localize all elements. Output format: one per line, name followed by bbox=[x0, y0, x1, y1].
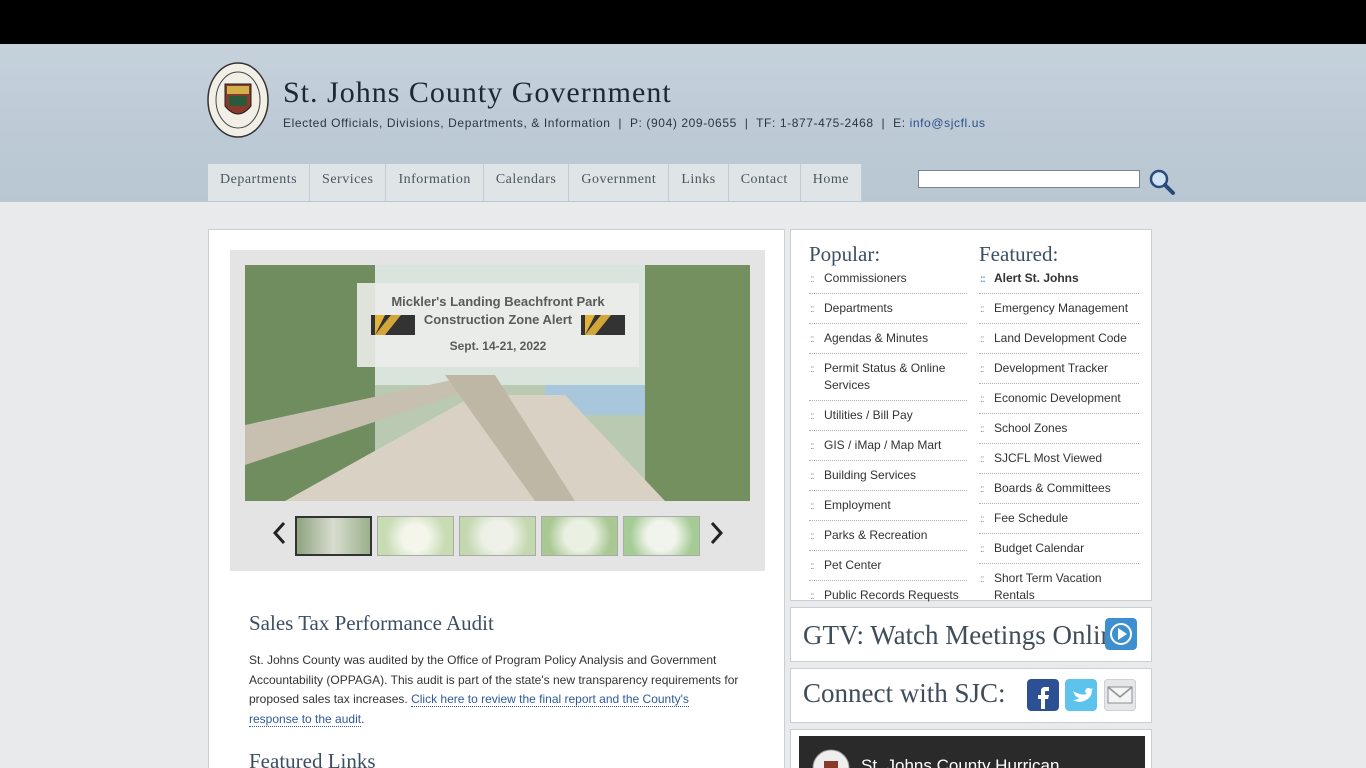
video-box: St. Johns County Hurrican bbox=[790, 729, 1152, 768]
popular-item[interactable]: Building Services bbox=[809, 467, 967, 491]
popular-item[interactable]: Permit Status & Online Services bbox=[809, 360, 967, 401]
slide-dates: Sept. 14-21, 2022 bbox=[449, 339, 547, 353]
prev-slide-arrow-icon[interactable] bbox=[272, 521, 286, 545]
popular-item[interactable]: Commissioners bbox=[809, 270, 967, 294]
featured-item[interactable]: Budget Calendar bbox=[979, 540, 1139, 564]
featured-item[interactable]: Boards & Committees bbox=[979, 480, 1139, 504]
audit-paragraph: St. Johns County was audited by the Offi… bbox=[249, 651, 739, 729]
section-title: Sales Tax Performance Audit bbox=[249, 611, 494, 635]
slide-thumbnails bbox=[295, 516, 700, 556]
featured-item[interactable]: Alert St. Johns bbox=[979, 270, 1139, 294]
connect-title: Connect with SJC: bbox=[803, 678, 1006, 708]
main-content: Mickler's Landing Beachfront Park Constr… bbox=[208, 229, 785, 768]
featured-list: Alert St. Johns Emergency Management Lan… bbox=[979, 270, 1139, 616]
connect-box: Connect with SJC: bbox=[790, 668, 1152, 723]
slide-thumbnail[interactable] bbox=[459, 516, 536, 556]
slide-thumbnail[interactable] bbox=[541, 516, 618, 556]
slide-thumbnail[interactable] bbox=[623, 516, 700, 556]
popular-featured-panel: Popular: Commissioners Departments Agend… bbox=[790, 229, 1152, 605]
popular-item[interactable]: Utilities / Bill Pay bbox=[809, 407, 967, 431]
popular-item[interactable]: GIS / iMap / Map Mart bbox=[809, 437, 967, 461]
next-slide-arrow-icon[interactable] bbox=[710, 521, 724, 545]
main-nav: Departments Services Information Calenda… bbox=[208, 164, 862, 201]
slide-thumbnail[interactable] bbox=[295, 516, 372, 556]
contact-text: Elected Officials, Divisions, Department… bbox=[283, 116, 910, 130]
nav-departments[interactable]: Departments bbox=[208, 164, 311, 201]
popular-item[interactable]: Employment bbox=[809, 497, 967, 521]
play-icon[interactable] bbox=[1105, 618, 1137, 650]
popular-item[interactable]: Departments bbox=[809, 300, 967, 324]
facebook-icon[interactable] bbox=[1027, 679, 1059, 711]
nav-contact[interactable]: Contact bbox=[728, 164, 801, 201]
gtv-title[interactable]: GTV: Watch Meetings Online bbox=[803, 620, 1126, 651]
popular-list: Commissioners Departments Agendas & Minu… bbox=[809, 270, 967, 616]
popular-item[interactable]: Agendas & Minutes bbox=[809, 330, 967, 354]
slide-title-line1: Mickler's Landing Beachfront Park bbox=[391, 294, 605, 309]
slide-image[interactable]: Mickler's Landing Beachfront Park Constr… bbox=[245, 265, 750, 501]
popular-title: Popular: bbox=[809, 242, 881, 266]
featured-item[interactable]: Economic Development bbox=[979, 390, 1139, 414]
twitter-icon[interactable] bbox=[1065, 679, 1097, 711]
featured-item[interactable]: Short Term Vacation Rentals bbox=[979, 570, 1139, 610]
video-channel-icon bbox=[812, 749, 850, 768]
nav-services[interactable]: Services bbox=[310, 164, 387, 201]
nav-home[interactable]: Home bbox=[800, 164, 862, 201]
featured-links-title: Featured Links bbox=[249, 749, 376, 768]
slideshow: Mickler's Landing Beachfront Park Constr… bbox=[230, 250, 765, 571]
featured-item[interactable]: Land Development Code bbox=[979, 330, 1139, 354]
site-title[interactable]: St. Johns County Government bbox=[283, 76, 672, 110]
nav-information[interactable]: Information bbox=[386, 164, 484, 201]
audit-text-end: . bbox=[361, 711, 365, 726]
gtv-box[interactable]: GTV: Watch Meetings Online bbox=[790, 607, 1152, 662]
county-seal-logo[interactable] bbox=[207, 62, 269, 138]
slide-title-line2: Construction Zone Alert bbox=[423, 312, 573, 327]
popular-item[interactable]: Pet Center bbox=[809, 557, 967, 581]
nav-government[interactable]: Government bbox=[569, 164, 670, 201]
nav-calendars[interactable]: Calendars bbox=[483, 164, 570, 201]
email-link[interactable]: info@sjcfl.us bbox=[910, 116, 986, 130]
featured-item[interactable]: School Zones bbox=[979, 420, 1139, 444]
search-input[interactable] bbox=[918, 170, 1140, 188]
popular-item[interactable]: Parks & Recreation bbox=[809, 527, 967, 551]
email-icon[interactable] bbox=[1104, 679, 1136, 711]
video-title[interactable]: St. Johns County Hurrican bbox=[861, 756, 1059, 768]
featured-title: Featured: bbox=[979, 242, 1059, 266]
featured-item[interactable]: Development Tracker bbox=[979, 360, 1139, 384]
search-icon[interactable] bbox=[1148, 168, 1176, 196]
featured-item[interactable]: SJCFL Most Viewed bbox=[979, 450, 1139, 474]
top-black-bar bbox=[0, 0, 1366, 44]
video-embed[interactable]: St. Johns County Hurrican bbox=[799, 736, 1145, 768]
featured-item[interactable]: Fee Schedule bbox=[979, 510, 1139, 534]
featured-item[interactable]: Emergency Management bbox=[979, 300, 1139, 324]
contact-subline: Elected Officials, Divisions, Department… bbox=[283, 116, 986, 130]
nav-links[interactable]: Links bbox=[669, 164, 729, 201]
slide-thumbnail[interactable] bbox=[377, 516, 454, 556]
